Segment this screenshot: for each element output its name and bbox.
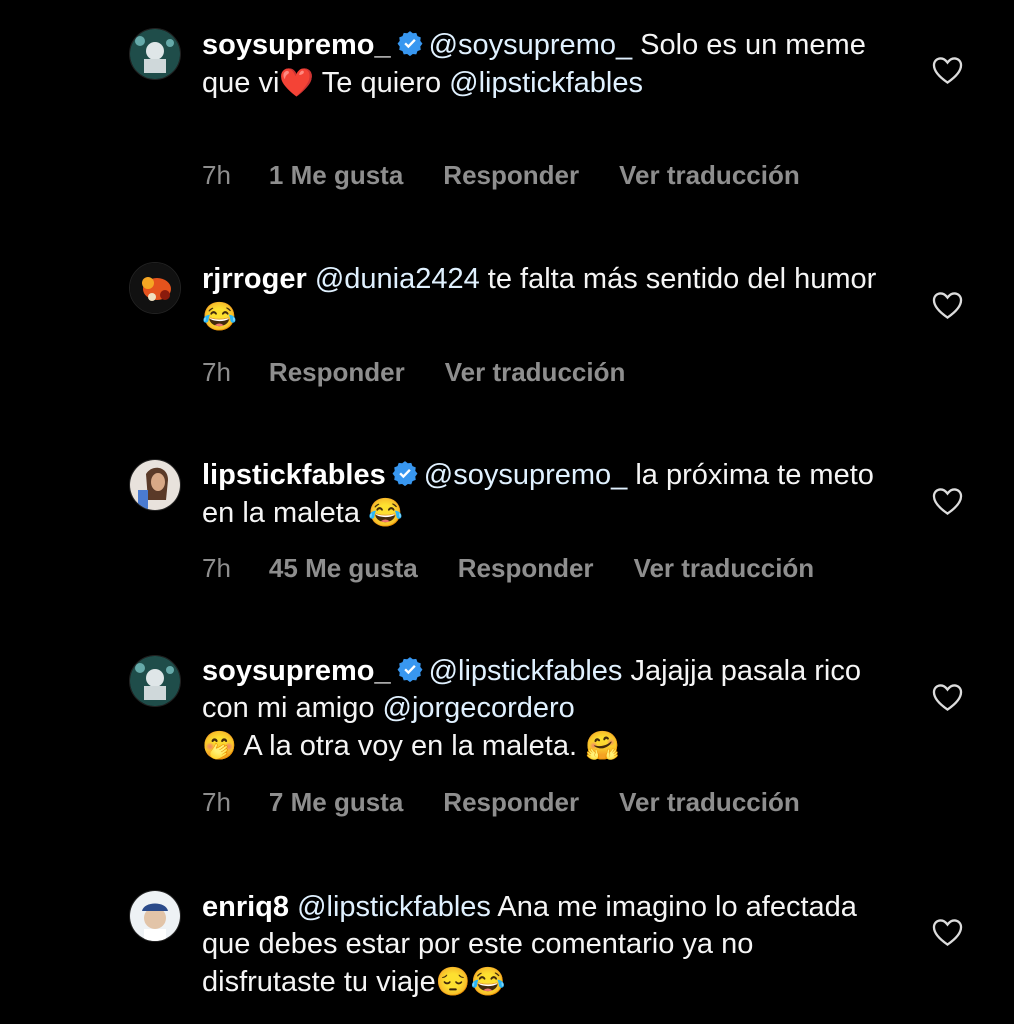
hugging-emoji: 🤗 [585, 730, 620, 761]
mention-link[interactable]: @soysupremo_ [424, 459, 628, 491]
avatar[interactable] [129, 890, 181, 942]
comment-actions: 7h 7 Me gusta Responder Ver traducción [202, 787, 840, 818]
comment-text: rjrroger @dunia2424 te falta más sentido… [202, 263, 877, 332]
hand-over-mouth-emoji: 🤭 [202, 730, 237, 761]
comment-text: soysupremo_ @lipstickfables Jajajja pasal… [202, 655, 861, 762]
mention-link[interactable]: @dunia2424 [315, 263, 480, 295]
translate-button[interactable]: Ver traducción [619, 160, 800, 190]
translate-button[interactable]: Ver traducción [619, 787, 800, 817]
reply-button[interactable]: Responder [269, 357, 405, 387]
verified-badge-icon [392, 461, 418, 486]
likes-count[interactable]: 7 Me gusta [269, 787, 403, 817]
verified-badge-icon [397, 657, 423, 682]
mention-link[interactable]: @lipstickfables [297, 891, 491, 923]
verified-badge-icon [397, 31, 423, 56]
timestamp: 7h [202, 160, 231, 190]
heart-outline-icon[interactable] [932, 683, 963, 712]
red-heart-emoji: ❤️ [279, 67, 315, 98]
avatar[interactable] [129, 459, 181, 511]
comment-actions: 7h Responder Ver traducción [202, 357, 665, 388]
comment-actions: 7h 1 Me gusta Responder Ver traducción [202, 160, 840, 191]
username[interactable]: lipstickfables [202, 459, 386, 491]
mention-link[interactable]: @jorgecordero [383, 692, 575, 724]
likes-count[interactable]: 1 Me gusta [269, 160, 403, 190]
reply-button[interactable]: Responder [443, 787, 579, 817]
comment-text: enriq8 @lipstickfables Ana me imagino lo… [202, 891, 857, 998]
heart-outline-icon[interactable] [932, 291, 963, 320]
avatar[interactable] [129, 28, 181, 80]
username[interactable]: enriq8 [202, 891, 289, 923]
username[interactable]: soysupremo_ [202, 29, 391, 61]
heart-outline-icon[interactable] [932, 918, 963, 947]
username[interactable]: rjrroger [202, 263, 307, 295]
avatar[interactable] [129, 262, 181, 314]
reply-button[interactable]: Responder [458, 553, 594, 583]
pensive-emoji: 😔 [435, 966, 471, 997]
heart-outline-icon[interactable] [932, 56, 963, 85]
comment-text: lipstickfables @soysupremo_ la próxima te… [202, 459, 874, 529]
avatar[interactable] [129, 655, 181, 707]
translate-button[interactable]: Ver traducción [445, 357, 626, 387]
translate-button[interactable]: Ver traducción [634, 553, 815, 583]
timestamp: 7h [202, 553, 231, 583]
laughing-emoji: 😂 [202, 301, 237, 332]
timestamp: 7h [202, 787, 231, 817]
mention-link[interactable]: @lipstickfables [449, 67, 643, 99]
mention-link[interactable]: @soysupremo_ [429, 29, 633, 61]
laughing-emoji: 😂 [470, 966, 506, 997]
timestamp: 7h [202, 357, 231, 387]
heart-outline-icon[interactable] [932, 487, 963, 516]
mention-link[interactable]: @lipstickfables [429, 655, 623, 687]
username[interactable]: soysupremo_ [202, 655, 391, 687]
comment-actions: 7h 45 Me gusta Responder Ver traducción [202, 553, 854, 584]
comment-text: soysupremo_ @soysupremo_ Solo es un meme … [202, 29, 866, 99]
reply-button[interactable]: Responder [443, 160, 579, 190]
laughing-emoji: 😂 [368, 497, 403, 528]
likes-count[interactable]: 45 Me gusta [269, 553, 418, 583]
